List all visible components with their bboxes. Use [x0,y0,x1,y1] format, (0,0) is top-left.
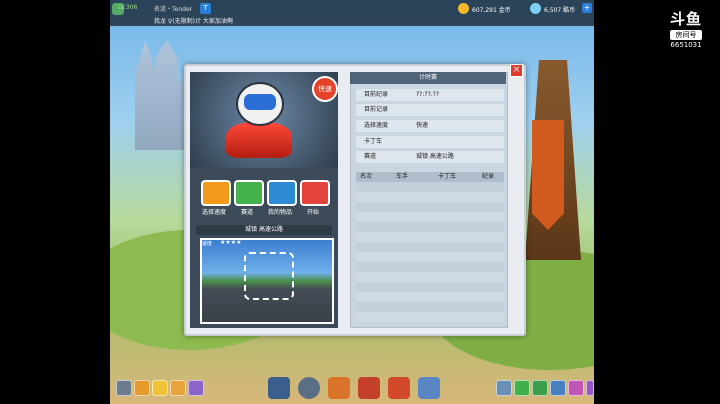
system-icon[interactable] [586,380,594,396]
gem-balance: 6,507 酷币 [544,7,576,14]
my-items-button[interactable] [267,180,297,206]
gift-icon[interactable] [388,377,410,399]
col-kart: 卡丁车 [438,173,457,180]
shop-icon[interactable] [328,377,350,399]
help-icon[interactable] [188,380,204,396]
field-value: 城镇 高速公路 [416,153,454,160]
level-badge: LV.306 [118,4,138,11]
kart-image [226,122,292,158]
current-record-row: 目前记录 [356,104,504,116]
field-value: 快速 [416,122,429,129]
field-value: ??:??.?? [416,91,440,98]
team-button[interactable]: T [200,3,211,14]
settings-icon[interactable] [116,380,132,396]
field-label: 选择速度 [364,122,389,129]
field-label: 赛道 [364,153,377,160]
garage-icon[interactable] [298,377,320,399]
gem-icon [530,3,541,14]
kart-row: 卡丁车 [356,136,504,148]
treasure-icon[interactable] [358,377,380,399]
track-map-outline [244,252,294,300]
coin-balance: 607,291 金币 [472,7,511,14]
col-record: 纪录 [482,173,495,180]
field-label: 目前纪录 [364,91,389,98]
watermark-room-label: 房间号 [670,30,702,40]
col-rank: 名次 [360,173,373,180]
speed-select-button[interactable] [201,180,231,206]
record-row: 目前纪录??:??.?? [356,89,504,101]
mail-icon[interactable] [170,380,186,396]
club-icon[interactable] [418,377,440,399]
coin-icon [458,3,469,14]
bottom-toolbar [110,376,594,404]
stream-watermark: 斗鱼 房间号 6651031 [664,8,708,49]
chat-message: 我龙 ♀(无限制)计 大家加油啊 [154,18,233,25]
player-name: 名流・Tender [154,6,193,13]
home-icon[interactable] [134,380,150,396]
rank-icon[interactable] [532,380,548,396]
add-currency-button[interactable]: + [582,3,592,13]
start-label: 开始 [306,209,319,216]
track-row: 赛道 城镇 高速公路 [356,151,504,163]
mask-icon [244,94,276,110]
start-button[interactable] [300,180,330,206]
guild-icon[interactable] [514,380,530,396]
event-icon[interactable] [550,380,566,396]
message-icon[interactable] [568,380,584,396]
character-head [236,82,284,126]
speed-row: 选择速度 快速 [356,120,504,132]
friends-icon[interactable] [496,380,512,396]
watermark-logo: 斗鱼 [669,10,702,28]
speed-tag: 速度 [202,241,213,247]
track-name-header: 城镇 高速公路 [196,225,332,235]
panel-title: 计时赛 [350,72,506,84]
quick-button[interactable]: 快速 [312,76,338,102]
col-driver: 车手 [396,173,409,180]
top-status-bar: LV.306 名流・Tender T 我龙 ♀(无限制)计 大家加油啊 607,… [110,0,594,26]
race-icon[interactable] [268,377,290,399]
difficulty-stars: ★★★★ [220,239,242,246]
field-label: 卡丁车 [364,138,383,145]
field-label: 目前记录 [364,106,389,113]
track-select-button[interactable] [234,180,264,206]
watermark-room-id: 6651031 [670,41,702,49]
ranking-table-header: 名次 车手 卡丁车 纪录 [356,172,504,182]
banner-decoration [532,120,564,230]
close-button[interactable]: × [510,64,523,77]
ranking-table-body [356,182,504,322]
chat-icon[interactable] [152,380,168,396]
